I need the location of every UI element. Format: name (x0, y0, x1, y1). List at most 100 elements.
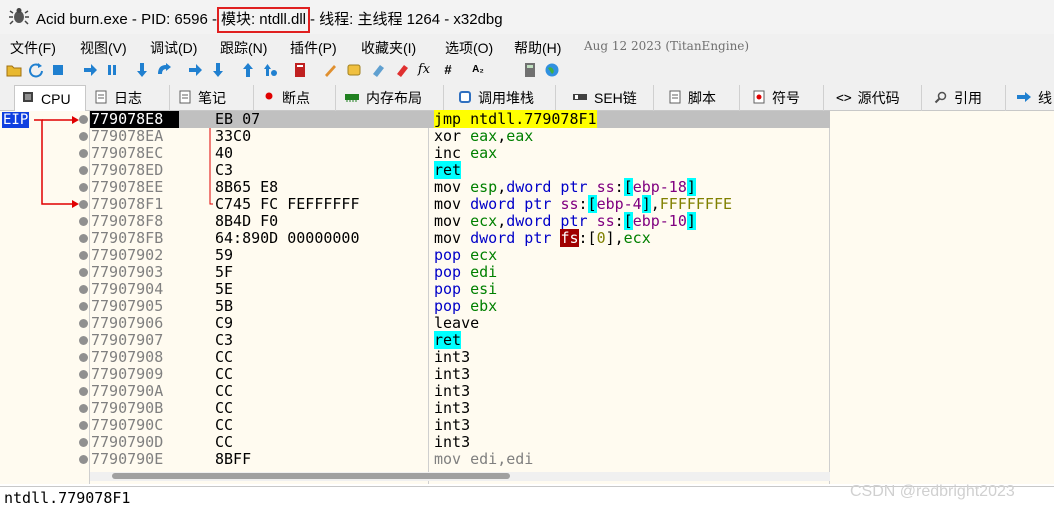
run-to-user-code-icon[interactable] (262, 62, 278, 78)
menu-plugins[interactable]: 插件(P) (290, 38, 337, 58)
menu-debug[interactable]: 调试(D) (150, 38, 197, 58)
breakpoint-dot[interactable] (79, 217, 88, 226)
row-address: 7790790C (91, 416, 164, 434)
open-icon[interactable] (6, 62, 22, 78)
globe-icon[interactable] (544, 62, 560, 78)
step-into-icon[interactable] (134, 62, 150, 78)
ret-instruction: ret (434, 161, 462, 179)
breakpoint-dot[interactable] (79, 438, 88, 447)
disasm-row[interactable]: 779078EE 8B65 E8 mov esp,dword ptr ss:[ebp… (90, 178, 830, 196)
menu-trace[interactable]: 跟踪(N) (220, 38, 267, 58)
breakpoint-dot[interactable] (79, 183, 88, 192)
tab-threads[interactable]: 线 (1010, 85, 1054, 111)
memory-operand: [ebp-10] (623, 212, 696, 230)
breakpoint-dot[interactable] (79, 115, 88, 124)
comment-icon[interactable] (322, 62, 338, 78)
menu-help[interactable]: 帮助(H) (514, 38, 561, 58)
bookmark-icon[interactable] (370, 62, 386, 78)
operand: ebp-10 (632, 212, 687, 230)
step-over-icon[interactable] (156, 62, 172, 78)
comma: , (650, 195, 660, 213)
breakpoint-dot[interactable] (79, 336, 88, 345)
disasm-row[interactable]: 77907903 5F pop edi (90, 264, 830, 281)
tab-label: 线 (1038, 90, 1052, 106)
breakpoint-dot[interactable] (79, 234, 88, 243)
scrollbar-thumb[interactable] (112, 473, 510, 479)
register: ebx (470, 297, 498, 315)
hash-icon[interactable]: # (440, 62, 456, 78)
disasm-row[interactable]: 779078F8 8B4D F0 mov ecx,dword ptr ss:[ebp… (90, 212, 830, 230)
tab-breakpoints[interactable]: 断点 (256, 85, 336, 111)
row-bytes: 33C0 (215, 127, 252, 145)
function-icon[interactable] (394, 62, 410, 78)
breakpoint-dot[interactable] (79, 319, 88, 328)
breakpoint-dot[interactable] (79, 455, 88, 464)
disasm-row[interactable]: 7790790B CC int3 (90, 400, 830, 417)
disasm-row[interactable]: 779078EC 40 inc eax (90, 145, 830, 162)
menu-options[interactable]: 选项(O) (445, 38, 493, 58)
calculator-icon[interactable] (522, 62, 538, 78)
disasm-row[interactable]: 77907907 C3 ret (90, 331, 830, 349)
patch-icon[interactable] (292, 62, 308, 78)
breakpoint-dot[interactable] (79, 421, 88, 430)
disasm-row[interactable]: 77907909 CC int3 (90, 366, 830, 383)
row-instruction: jmp ntdll.779078F1 (434, 110, 597, 128)
label-icon[interactable] (346, 62, 362, 78)
tab-notes[interactable]: 笔记 (172, 85, 254, 111)
breakpoint-dot[interactable] (79, 285, 88, 294)
breakpoint-dot[interactable] (79, 387, 88, 396)
tab-seh-chain[interactable]: SEH链 (566, 85, 654, 111)
horizontal-scrollbar[interactable] (90, 472, 830, 481)
disasm-row[interactable]: 7790790A CC int3 (90, 383, 830, 400)
breakpoint-dot[interactable] (79, 200, 88, 209)
ins-text: ret (434, 331, 462, 349)
disasm-row[interactable]: 779078E8 EB 07 jmp ntdll.779078F1 (90, 110, 830, 128)
breakpoint-dot[interactable] (79, 166, 88, 175)
execute-till-return-icon[interactable] (240, 62, 256, 78)
breakpoint-dot[interactable] (79, 353, 88, 362)
disasm-row[interactable]: 77907905 5B pop ebx (90, 298, 830, 315)
strings-icon[interactable]: A₂ (470, 62, 486, 78)
disassembly-pane[interactable]: EIP 779078E8 EB 07 jmp ntdll.779078F1 77907… (0, 110, 1054, 484)
tab-cpu[interactable]: CPU (14, 85, 86, 111)
disasm-row[interactable]: 7790790C CC int3 (90, 417, 830, 434)
disasm-row[interactable]: 779078FB 64:890D 00000000 mov dword ptr fs… (90, 229, 830, 247)
breakpoint-dot[interactable] (79, 302, 88, 311)
trace-into-icon[interactable] (188, 62, 204, 78)
tab-references[interactable]: 引用 (928, 85, 1006, 111)
menu-file[interactable]: 文件(F) (10, 38, 56, 58)
disasm-row[interactable]: 77907904 5E pop esi (90, 281, 830, 298)
tab-log[interactable]: 日志 (88, 85, 170, 111)
disasm-row[interactable]: 77907902 59 pop ecx (90, 247, 830, 264)
run-icon[interactable] (82, 62, 98, 78)
tab-call-stack[interactable]: 调用堆栈 (452, 85, 556, 111)
disasm-row[interactable]: 7790790E 8BFF mov edi,edi (90, 451, 830, 468)
breakpoint-dot[interactable] (79, 149, 88, 158)
fx-icon[interactable]: fx (416, 62, 432, 78)
disasm-row[interactable]: 779078EA 33C0 xor eax,eax (90, 128, 830, 145)
tab-source[interactable]: <> 源代码 (830, 85, 922, 111)
trace-over-icon[interactable] (210, 62, 226, 78)
disasm-row[interactable]: 77907906 C9 leave (90, 315, 830, 332)
row-bytes: C3 (215, 331, 234, 349)
breakpoint-dot[interactable] (79, 251, 88, 260)
restart-icon[interactable] (28, 62, 44, 78)
disasm-row[interactable]: 77907908 CC int3 (90, 349, 830, 366)
tab-symbols[interactable]: 符号 (746, 85, 824, 111)
register: ecx (470, 246, 498, 264)
breakpoint-dot[interactable] (79, 268, 88, 277)
comma: , (497, 178, 507, 196)
tab-memory-map[interactable]: 内存布局 (338, 85, 444, 111)
stop-icon[interactable] (50, 62, 66, 78)
breakpoint-dot[interactable] (79, 404, 88, 413)
tab-script[interactable]: 脚本 (662, 85, 740, 111)
disasm-row[interactable]: 7790790D CC int3 (90, 434, 830, 451)
breakpoint-dot[interactable] (79, 370, 88, 379)
menu-favourites[interactable]: 收藏夹(I) (361, 38, 416, 58)
ret-instruction: ret (434, 331, 462, 349)
pause-icon[interactable] (104, 62, 120, 78)
disasm-row[interactable]: 779078ED C3 ret (90, 161, 830, 179)
menu-view[interactable]: 视图(V) (80, 38, 127, 58)
breakpoint-dot[interactable] (79, 132, 88, 141)
disasm-row[interactable]: 779078F1 C745 FC FEFFFFFF mov dword ptr ss… (90, 195, 830, 213)
